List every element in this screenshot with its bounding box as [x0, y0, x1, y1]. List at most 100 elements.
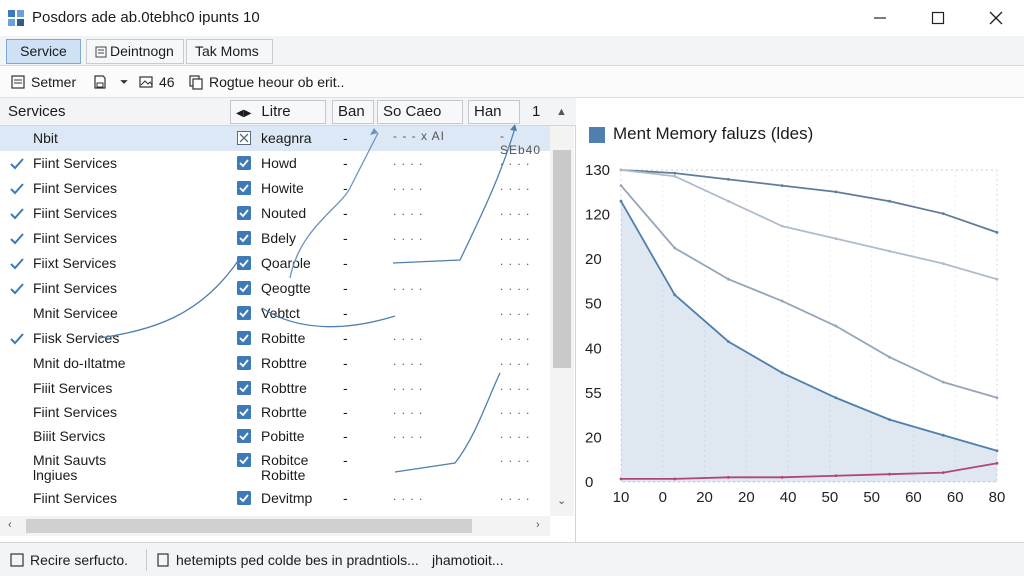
table-row[interactable]: Fiint Services Bdely - . . . . . . . . — [0, 226, 550, 251]
table-row[interactable]: Fiiit Services Robttre - . . . . . . . . — [0, 376, 550, 401]
status-item-2[interactable]: hetemipts ped colde bes in pradntiols... — [156, 552, 419, 568]
service-status: Robrtte — [261, 404, 307, 420]
column-ban[interactable]: Ban — [332, 100, 374, 124]
check-icon — [10, 158, 24, 170]
column-litre[interactable]: ◀▶ Litre — [230, 100, 326, 124]
service-status: Devitmp — [261, 490, 313, 506]
row-value: . . . . — [500, 354, 531, 368]
tab-tak-moms[interactable]: Tak Moms — [186, 39, 273, 64]
row-checkbox[interactable] — [237, 429, 251, 443]
table-row[interactable]: Mnit Servicee Vebtct - . . . . — [0, 301, 550, 326]
tab-bar: Service Deintnogn Tak Moms — [0, 36, 1024, 66]
close-button[interactable] — [968, 0, 1024, 36]
status-item-3[interactable]: jhamotioit... — [432, 552, 504, 568]
series-point — [727, 340, 730, 343]
status-item-1[interactable]: Recire serfucto. — [10, 552, 128, 568]
table-row[interactable]: Nbit keagnra - - - - x AI - SEb40 — [0, 126, 550, 157]
tab-label: Deintnogn — [110, 43, 174, 59]
count-button[interactable]: 46 — [138, 72, 175, 92]
save-dropdown[interactable] — [92, 72, 129, 92]
table-row[interactable]: Fiint Services Qeogtte - . . . . . . . . — [0, 276, 550, 301]
series-line — [620, 169, 998, 281]
table-row[interactable]: Fiint Services Nouted - . . . . . . . . — [0, 201, 550, 226]
row-value: . . . . — [393, 403, 424, 417]
horizontal-scrollbar[interactable]: ‹ › — [0, 516, 550, 536]
row-checkbox[interactable] — [237, 231, 251, 245]
row-checkbox[interactable] — [237, 381, 251, 395]
count-label: 46 — [159, 74, 175, 90]
series-point — [780, 475, 784, 479]
table-row[interactable]: Biiit Servics Pobitte - . . . . . . . . — [0, 424, 550, 449]
scroll-right-arrow[interactable]: › — [536, 519, 540, 531]
setmer-button[interactable]: Setmer — [10, 72, 76, 92]
row-dash: - — [343, 380, 348, 396]
row-checkbox[interactable] — [237, 131, 251, 145]
document-icon — [10, 553, 24, 567]
row-value: . . . . — [500, 179, 531, 193]
series-point — [941, 212, 945, 216]
y-tick-label: 20 — [585, 429, 602, 446]
column-han[interactable]: Han — [468, 100, 520, 124]
table-row[interactable]: Mnit Sauvts lngiues Robitce Robitte - . . .… — [0, 448, 550, 484]
table-row[interactable]: Fiisk Services Robitte - . . . . . . . . — [0, 326, 550, 351]
column-one[interactable]: 1 — [524, 98, 550, 126]
series-point — [727, 277, 730, 281]
table-row[interactable]: Fiint Services Howite - . . . . . . . . — [0, 176, 550, 201]
table-row[interactable]: Fiint Services Robrtte - . . . . . . . . — [0, 400, 550, 425]
maximize-button[interactable] — [910, 0, 966, 36]
page-icon — [157, 553, 169, 567]
tab-deintnogn[interactable]: Deintnogn — [86, 39, 184, 64]
row-dash: - — [343, 155, 348, 171]
service-name: Fiint Services — [33, 280, 118, 296]
y-tick-label: 0 — [585, 474, 593, 491]
service-status: Pobitte — [261, 428, 305, 444]
service-name: Fiisk Services — [33, 330, 120, 346]
row-checkbox[interactable] — [237, 331, 251, 345]
row-value: . . . . — [393, 354, 424, 368]
table-row[interactable]: Fiixt Services Qoarole - . . . . — [0, 251, 550, 276]
tab-service[interactable]: Service — [6, 39, 81, 64]
series-line — [620, 169, 998, 234]
row-checkbox[interactable] — [237, 156, 251, 170]
y-tick-label: 40 — [585, 340, 602, 357]
row-value: . . . . — [500, 403, 531, 417]
vertical-scroll-thumb[interactable] — [553, 150, 571, 368]
row-dash: - — [343, 255, 348, 271]
row-dash: - — [343, 404, 348, 420]
x-tick-label: 10 — [613, 489, 630, 506]
row-checkbox[interactable] — [237, 405, 251, 419]
service-status: Howite — [261, 180, 304, 196]
maximize-icon — [931, 11, 945, 25]
horizontal-scroll-thumb[interactable] — [26, 519, 472, 533]
service-status: Bdely — [261, 230, 297, 246]
row-checkbox[interactable] — [237, 181, 251, 195]
table-row[interactable]: Mnit do-ıltatme Robttre - . . . . . . . . — [0, 351, 550, 376]
column-services[interactable]: Services — [0, 98, 228, 126]
scroll-down-arrow[interactable]: ⌄ — [557, 494, 566, 507]
x-tick-label: 60 — [905, 489, 922, 506]
row-dash: - — [343, 452, 348, 468]
table-row[interactable]: Fiint Services Howd - . . . . . . . . — [0, 151, 550, 176]
column-so-caeo[interactable]: So Caeo — [377, 100, 463, 124]
scroll-up-arrow[interactable]: ▲ — [556, 106, 567, 118]
series-point — [888, 355, 891, 359]
service-name: Biiit Servics — [33, 428, 106, 444]
row-checkbox[interactable] — [237, 256, 251, 270]
table-row[interactable]: Fiint Services Devitmp - . . . . . . . . — [0, 486, 550, 511]
row-checkbox[interactable] — [237, 491, 251, 505]
row-checkbox[interactable] — [237, 281, 251, 295]
row-checkbox[interactable] — [237, 453, 251, 467]
minimize-button[interactable] — [852, 0, 908, 36]
vertical-scrollbar[interactable]: ⌄ — [550, 126, 574, 516]
row-checkbox[interactable] — [237, 306, 251, 320]
series-point — [780, 371, 784, 375]
row-value: . . . . — [393, 229, 424, 243]
series-point — [727, 475, 730, 479]
row-checkbox[interactable] — [237, 206, 251, 220]
scroll-left-arrow[interactable]: ‹ — [8, 519, 12, 531]
service-name: Fiint Services — [33, 155, 118, 171]
row-checkbox[interactable] — [237, 356, 251, 370]
description-button[interactable]: Rogtue heour ob erit.. — [188, 72, 344, 92]
services-panel: Services ◀▶ Litre Ban So Caeo Han 1 ▲ Nbi… — [0, 98, 576, 542]
x-tick-label: 80 — [989, 489, 1006, 506]
